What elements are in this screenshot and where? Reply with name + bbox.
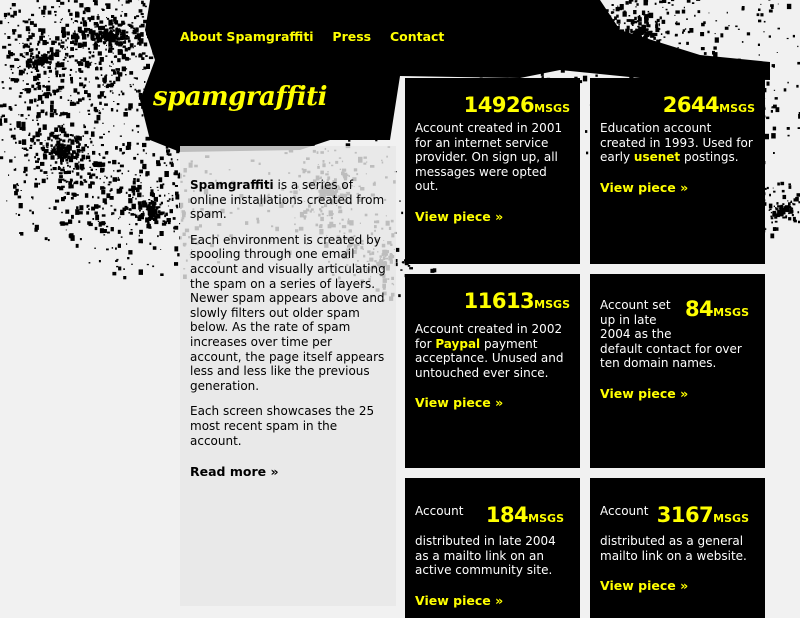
- count-unit: MSGS: [713, 306, 749, 319]
- piece-description: Account created in 2001 for an internet …: [415, 121, 570, 194]
- count-unit: MSGS: [528, 512, 564, 525]
- count-value: 11613: [464, 289, 535, 313]
- piece-card-1: 14926MSGS Account created in 2001 for an…: [405, 78, 580, 264]
- piece-description: Education account created in 1993. Used …: [600, 121, 755, 165]
- piece-card-4: 84MSGSAccount set up in late 2004 as the…: [590, 274, 765, 468]
- desc-text-end: postings.: [680, 150, 738, 164]
- count-value: 84: [685, 297, 713, 321]
- piece-card-3: 11613MSGS Account created in 2002 for Pa…: [405, 274, 580, 468]
- count-unit: MSGS: [534, 298, 570, 311]
- msg-count: 14926MSGS: [415, 88, 570, 116]
- piece-description: Account created in 2002 for Paypal payme…: [415, 322, 570, 380]
- usenet-highlight: usenet: [634, 150, 680, 164]
- view-piece-link[interactable]: View piece »: [600, 387, 688, 402]
- count-value: 14926: [464, 93, 535, 117]
- piece-description: 184MSGSAccount distributed in late 2004 …: [415, 504, 570, 578]
- top-nav: About Spamgraffiti Press Contact: [180, 29, 459, 44]
- count-value: 184: [486, 503, 528, 527]
- intro-paragraph-3: Each screen showcases the 25 most recent…: [190, 404, 386, 448]
- piece-card-2: 2644MSGS Education account created in 19…: [590, 78, 765, 264]
- view-piece-link[interactable]: View piece »: [600, 579, 688, 594]
- paypal-highlight: Paypal: [435, 337, 480, 351]
- piece-description: 3167MSGSAccount distributed as a general…: [600, 504, 755, 563]
- msg-count: 2644MSGS: [600, 88, 755, 116]
- count-unit: MSGS: [534, 102, 570, 115]
- count-unit: MSGS: [713, 512, 749, 525]
- count-value: 3167: [657, 503, 713, 527]
- piece-card-5: 184MSGSAccount distributed in late 2004 …: [405, 478, 580, 618]
- nav-about[interactable]: About Spamgraffiti: [180, 29, 314, 44]
- piece-card-6: 3167MSGSAccount distributed as a general…: [590, 478, 765, 618]
- view-piece-link[interactable]: View piece »: [600, 181, 688, 196]
- msg-count: 184MSGS: [486, 500, 564, 534]
- piece-description: 84MSGSAccount set up in late 2004 as the…: [600, 298, 755, 371]
- nav-contact[interactable]: Contact: [390, 29, 444, 44]
- msg-count: 11613MSGS: [415, 284, 570, 312]
- intro-paragraph-2: Each environment is created by spooling …: [190, 233, 386, 394]
- site-logo[interactable]: spamgraffiti: [153, 82, 327, 112]
- view-piece-link[interactable]: View piece »: [415, 396, 503, 411]
- intro-paragraph-1: Spamgraffiti is a series of online insta…: [190, 178, 386, 222]
- msg-count: 3167MSGS: [657, 500, 749, 534]
- count-value: 2644: [663, 93, 719, 117]
- intro-panel: Spamgraffiti is a series of online insta…: [180, 146, 396, 606]
- msg-count: 84MSGS: [685, 294, 749, 328]
- view-piece-link[interactable]: View piece »: [415, 210, 503, 225]
- nav-press[interactable]: Press: [332, 29, 371, 44]
- intro-name: Spamgraffiti: [190, 178, 274, 192]
- view-piece-link[interactable]: View piece »: [415, 594, 503, 609]
- desc-text: Account created in 2001 for an internet …: [415, 121, 562, 193]
- read-more-link[interactable]: Read more »: [190, 465, 279, 480]
- count-unit: MSGS: [719, 102, 755, 115]
